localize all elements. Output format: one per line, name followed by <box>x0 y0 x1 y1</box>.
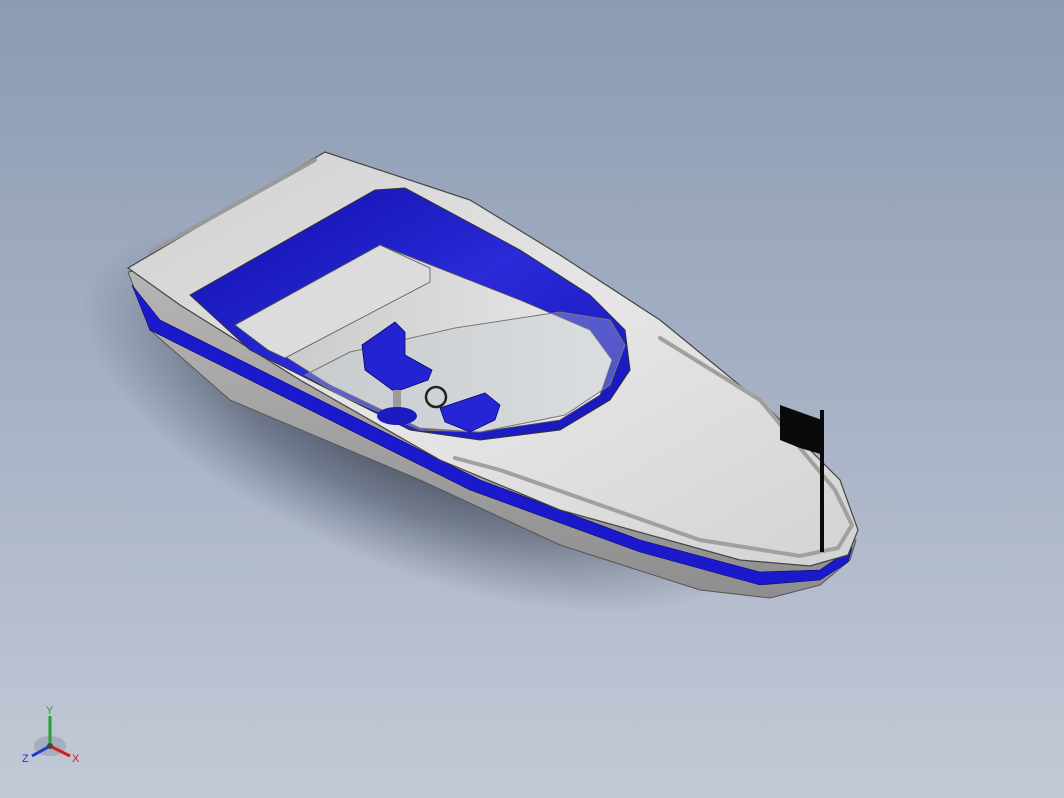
seat-base <box>377 407 417 425</box>
z-axis-label: Z <box>22 753 29 765</box>
boat-model[interactable] <box>0 0 1064 798</box>
axis-triad: Y X Z <box>22 705 80 765</box>
x-axis-label: X <box>72 753 80 765</box>
y-axis-label: Y <box>46 705 54 717</box>
cad-viewport[interactable]: Y X Z <box>0 0 1064 798</box>
